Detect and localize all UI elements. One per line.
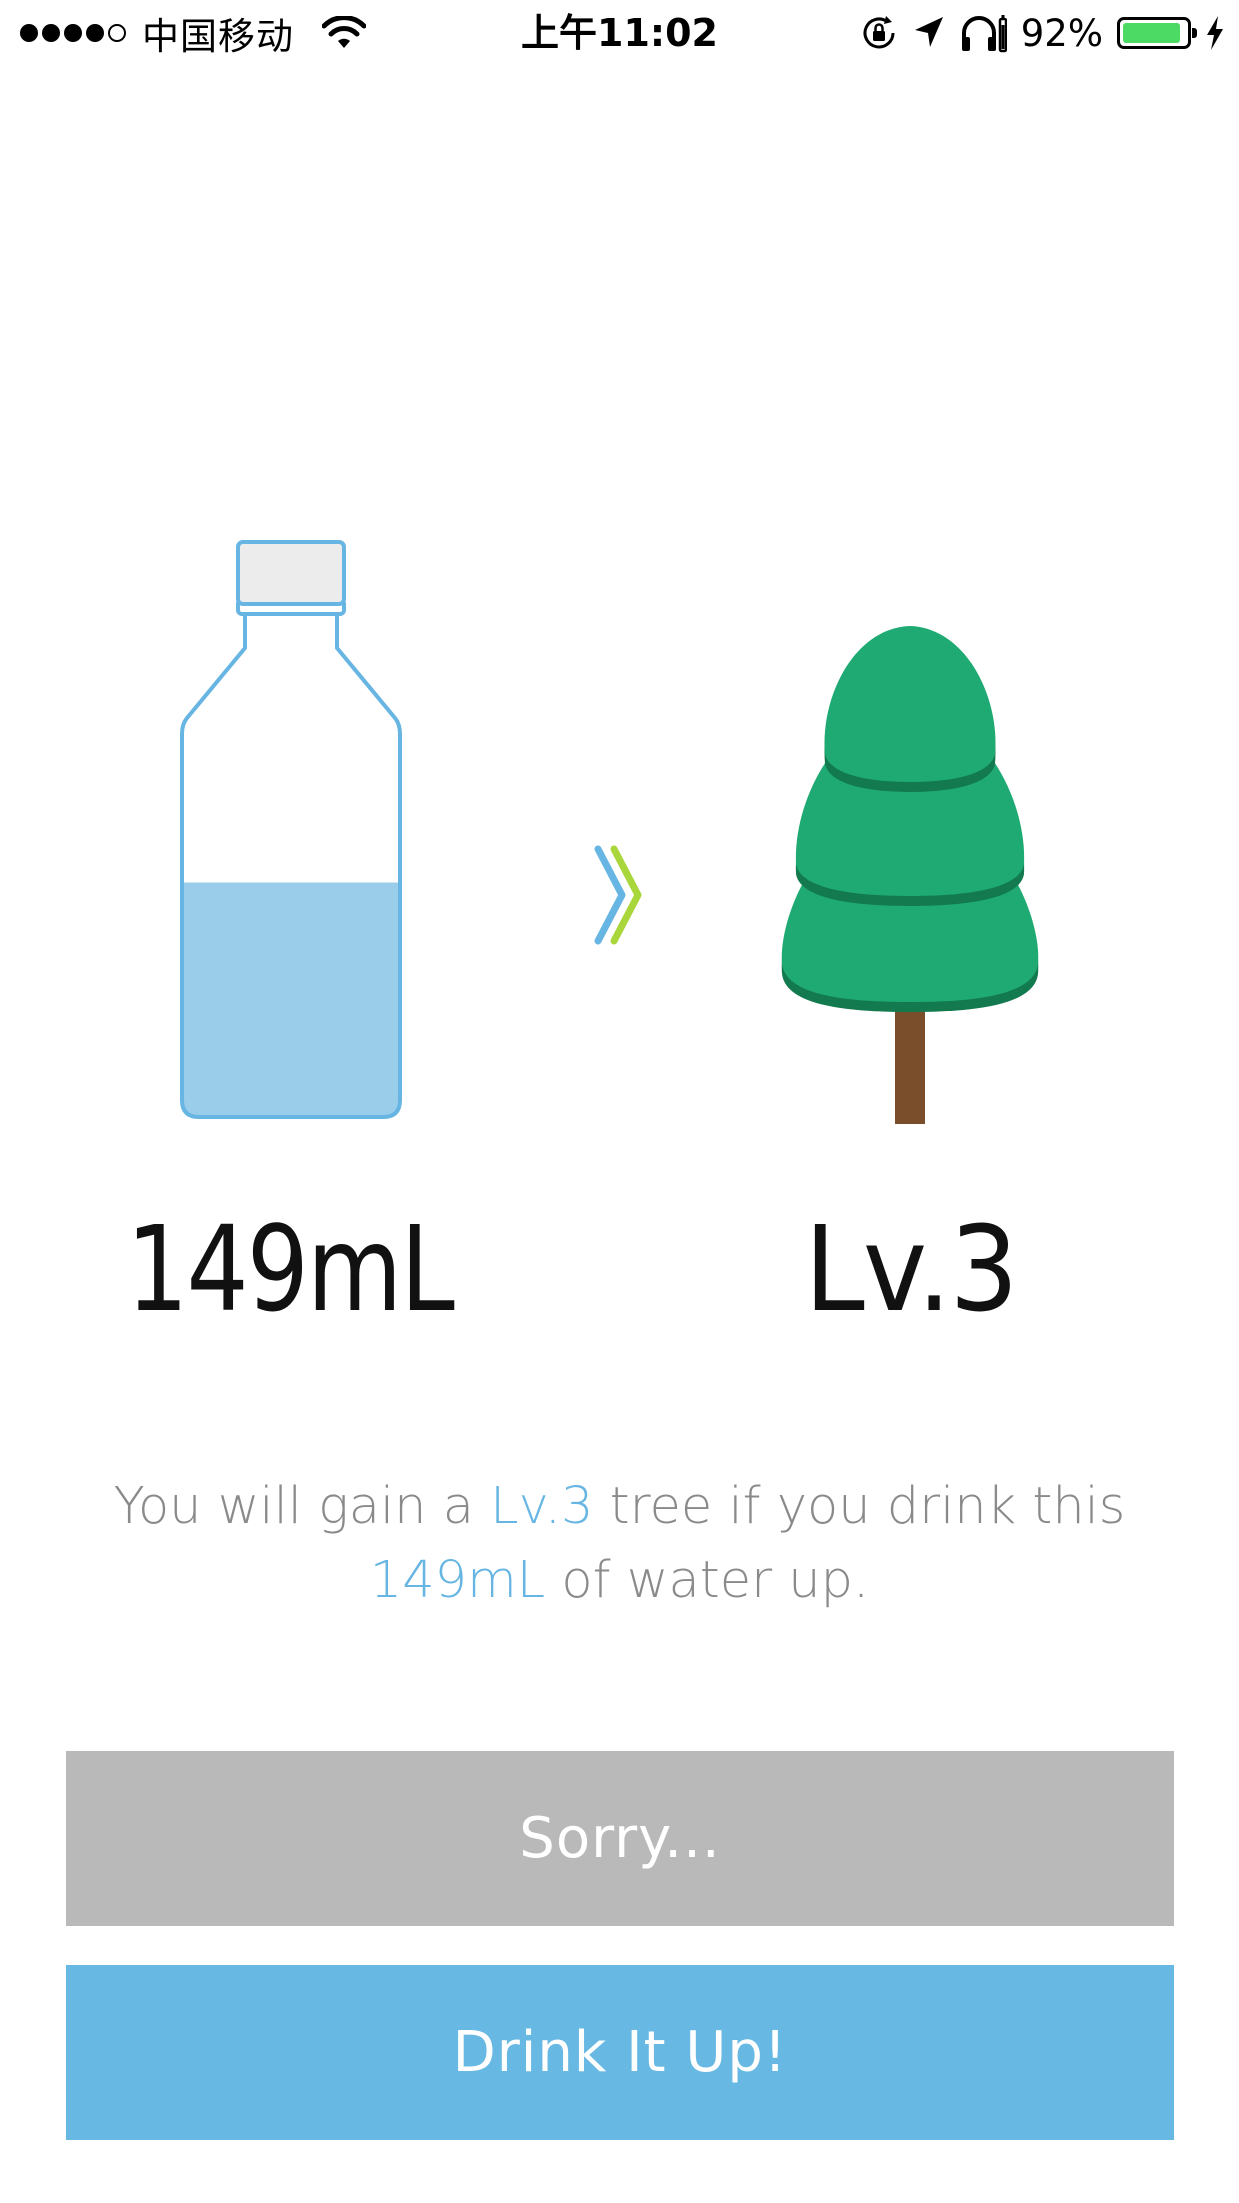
tree-icon: [781, 626, 1039, 1124]
headphones-icon: [961, 15, 1007, 53]
message-level: Lv.3: [490, 1477, 594, 1536]
status-bar: 中国移动 上午11:02 92%: [0, 0, 1239, 66]
charging-icon: [1207, 16, 1223, 50]
status-right: 92%: [859, 10, 1225, 56]
sorry-button[interactable]: Sorry...: [66, 1751, 1174, 1926]
battery-fill: [1123, 23, 1181, 43]
water-bottle-icon: [180, 540, 402, 1119]
reward-message: You will gain a Lv.3 tree if you drink t…: [113, 1477, 1126, 1610]
orientation-lock-icon: [863, 16, 895, 49]
chevron-right-icon: [594, 845, 642, 945]
battery-icon: [1117, 17, 1197, 49]
location-icon: [914, 17, 943, 47]
message-volume: 149mL: [369, 1551, 546, 1610]
tree-level: Lv.3: [803, 1200, 1018, 1338]
battery-percent: 92%: [1020, 11, 1103, 55]
drink-it-up-button[interactable]: Drink It Up!: [66, 1965, 1174, 2140]
water-volume: 149mL: [126, 1200, 456, 1338]
